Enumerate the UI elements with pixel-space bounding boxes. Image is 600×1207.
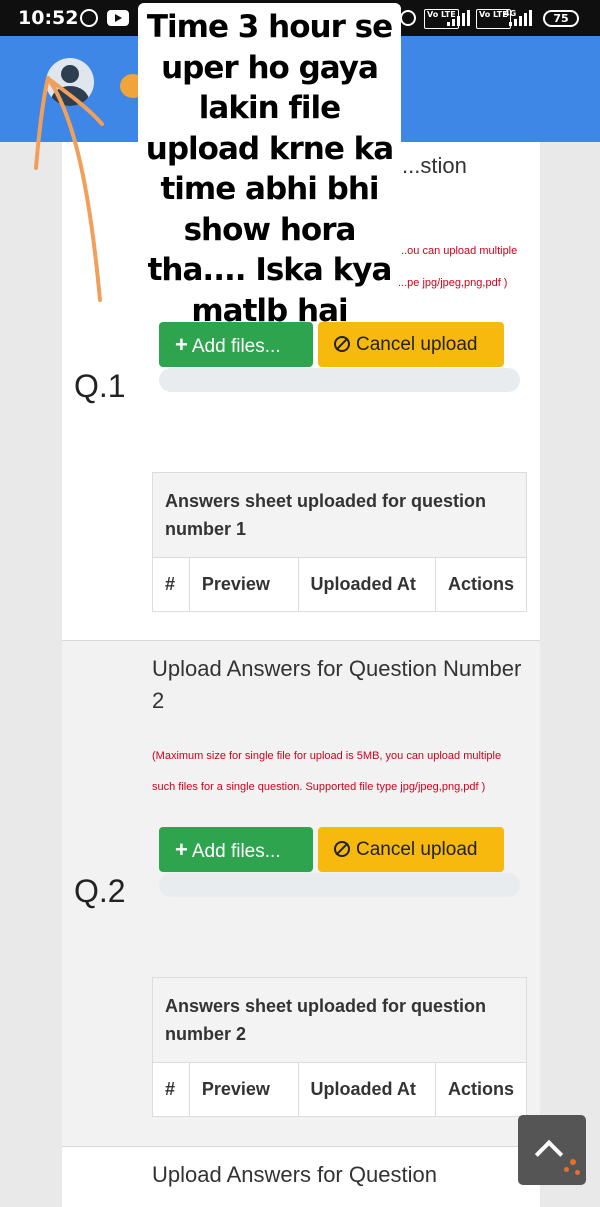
upload-progress-bar	[159, 873, 520, 897]
4g-signal-icon	[509, 10, 533, 26]
question-section-3: Upload Answers for Question	[62, 1146, 540, 1207]
upload-note-line: such files for a single question. Suppor…	[152, 781, 486, 793]
upload-note-line: ...ou can upload multiple	[398, 245, 518, 257]
scroll-to-top-button[interactable]	[518, 1115, 586, 1185]
battery-icon: 75	[543, 10, 579, 27]
upload-title: Upload Answers for Question Number 2	[152, 656, 522, 713]
add-files-button[interactable]: + Add files...	[159, 827, 313, 872]
upload-note-line: ...pe jpg/jpeg,png,pdf )	[398, 277, 508, 289]
column-header: Uploaded At	[297, 557, 436, 612]
cancel-upload-label: Cancel upload	[356, 334, 478, 355]
column-header: #	[152, 557, 190, 612]
answers-table-caption: Answers sheet uploaded for question numb…	[152, 977, 527, 1063]
question-label: Q.2	[74, 873, 126, 909]
column-header: Actions	[434, 1062, 528, 1117]
signal-icon	[447, 10, 471, 26]
cancel-upload-label: Cancel upload	[356, 839, 478, 860]
upload-note-line: (Maximum size for single file for upload…	[152, 750, 502, 762]
add-files-label: Add files...	[191, 841, 281, 862]
plus-icon: +	[175, 332, 188, 357]
decor-dot	[575, 1170, 580, 1175]
ban-icon	[334, 336, 350, 352]
table-header-row: # Preview Uploaded At Actions	[152, 1062, 528, 1117]
upload-progress-bar	[159, 368, 520, 392]
decor-dot	[564, 1167, 569, 1172]
upload-title: ...stion	[402, 153, 467, 178]
table-header-row: # Preview Uploaded At Actions	[152, 557, 528, 612]
avatar[interactable]	[46, 58, 94, 106]
column-header: Actions	[434, 557, 528, 612]
answers-table: Answers sheet uploaded for question numb…	[152, 977, 528, 1117]
ban-icon	[334, 841, 350, 857]
upload-title: Upload Answers for Question	[152, 1162, 437, 1187]
decor-dot	[570, 1159, 576, 1165]
alarm-icon	[400, 10, 416, 26]
column-header: Preview	[188, 557, 299, 612]
column-header: Uploaded At	[297, 1062, 436, 1117]
whatsapp-icon	[80, 9, 98, 27]
question-section-2: Upload Answers for Question Number 2 (Ma…	[62, 640, 540, 1147]
column-header: Preview	[188, 1062, 299, 1117]
add-files-label: Add files...	[191, 336, 281, 357]
chevron-up-icon	[534, 1139, 564, 1169]
cancel-upload-button[interactable]: Cancel upload	[318, 827, 504, 872]
answers-table-caption: Answers sheet uploaded for question numb…	[152, 472, 527, 558]
overlay-note: Time 3 hour se uper ho gaya lakin file u…	[138, 3, 401, 329]
status-time: 10:52	[18, 7, 79, 29]
column-header: #	[152, 1062, 190, 1117]
plus-icon: +	[175, 837, 188, 862]
answers-table: Answers sheet uploaded for question numb…	[152, 472, 528, 612]
question-label: Q.1	[74, 368, 126, 404]
youtube-icon	[107, 10, 129, 26]
